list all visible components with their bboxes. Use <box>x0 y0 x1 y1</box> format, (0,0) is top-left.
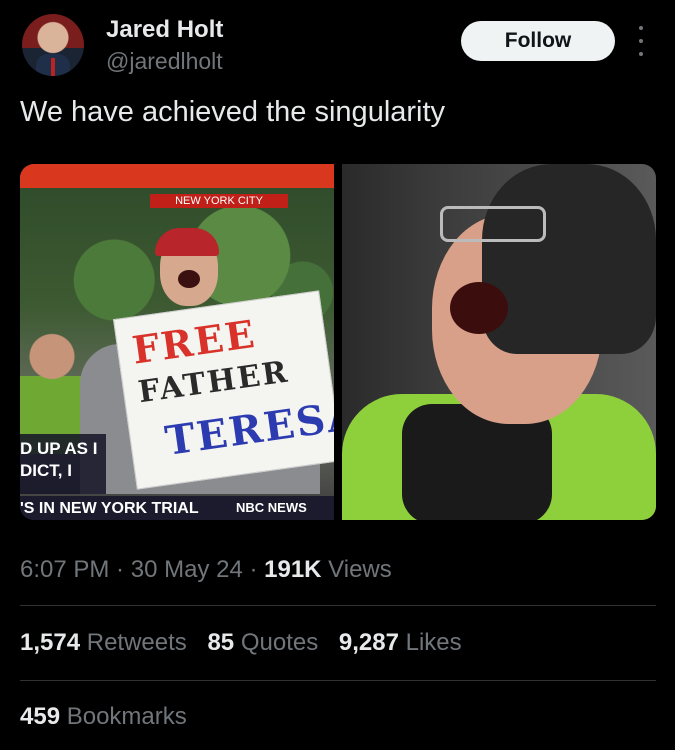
tweet-meta: 6:07 PM · 30 May 24 · 191K Views <box>20 556 392 584</box>
news-ticker: D UP AS I DICT, I <box>20 434 106 494</box>
retweets-label: Retweets <box>80 629 187 656</box>
red-cap <box>155 228 219 256</box>
dot <box>639 39 643 43</box>
dot <box>639 52 643 56</box>
divider <box>20 680 656 681</box>
tweet-time[interactable]: 6:07 PM <box>20 556 109 583</box>
news-bottom-bar: 'S IN NEW YORK TRIAL NBC NEWS <box>20 496 334 520</box>
tweet-text: We have achieved the singularity <box>20 96 446 128</box>
quotes-stat[interactable]: 85 Quotes <box>207 629 318 656</box>
bookmarks-stat[interactable]: 459 Bookmarks <box>20 703 187 731</box>
glasses <box>440 206 546 242</box>
network-logo: NBC NEWS <box>236 500 307 515</box>
separator: · <box>242 556 265 583</box>
news-top-bar <box>20 164 334 188</box>
bookmarks-count: 459 <box>20 703 61 730</box>
divider <box>20 605 656 606</box>
location-label: NEW YORK CITY <box>150 194 288 208</box>
avatar[interactable] <box>22 14 84 76</box>
media-image-protest[interactable]: NEW YORK CITY FREE FATHER TERESA D UP AS… <box>20 164 334 520</box>
bookmarks-label: Bookmarks <box>60 703 187 730</box>
dot <box>639 26 643 30</box>
beanie-hat <box>482 164 656 354</box>
ticker-line-1: D UP AS I <box>20 439 98 458</box>
separator: · <box>109 556 131 583</box>
engagement-stats: 1,574 Retweets 85 Quotes 9,287 Likes <box>20 629 476 657</box>
author-name[interactable]: Jared Holt <box>106 16 223 44</box>
follow-button[interactable]: Follow <box>461 21 615 61</box>
likes-stat[interactable]: 9,287 Likes <box>339 629 462 656</box>
likes-label: Likes <box>398 629 462 656</box>
protest-sign: FREE FATHER TERESA <box>113 290 334 490</box>
more-options-icon[interactable] <box>633 26 649 56</box>
views-label: Views <box>321 556 392 583</box>
protester-mouth <box>178 270 200 288</box>
quotes-count: 85 <box>207 629 235 656</box>
media-grid: NEW YORK CITY FREE FATHER TERESA D UP AS… <box>20 164 656 520</box>
retweets-count: 1,574 <box>20 629 81 656</box>
quotes-label: Quotes <box>234 629 319 656</box>
media-image-screaming[interactable] <box>342 164 656 520</box>
bottom-headline: 'S IN NEW YORK TRIAL <box>20 500 199 517</box>
likes-count: 9,287 <box>338 629 399 656</box>
retweets-stat[interactable]: 1,574 Retweets <box>20 629 187 656</box>
screaming-mouth <box>450 282 508 334</box>
author-handle[interactable]: @jaredlholt <box>106 48 223 75</box>
avatar-tie <box>51 58 55 76</box>
tweet-date[interactable]: 30 May 24 <box>131 556 243 583</box>
views-count: 191K <box>264 556 322 583</box>
ticker-line-2: DICT, I <box>20 461 72 480</box>
